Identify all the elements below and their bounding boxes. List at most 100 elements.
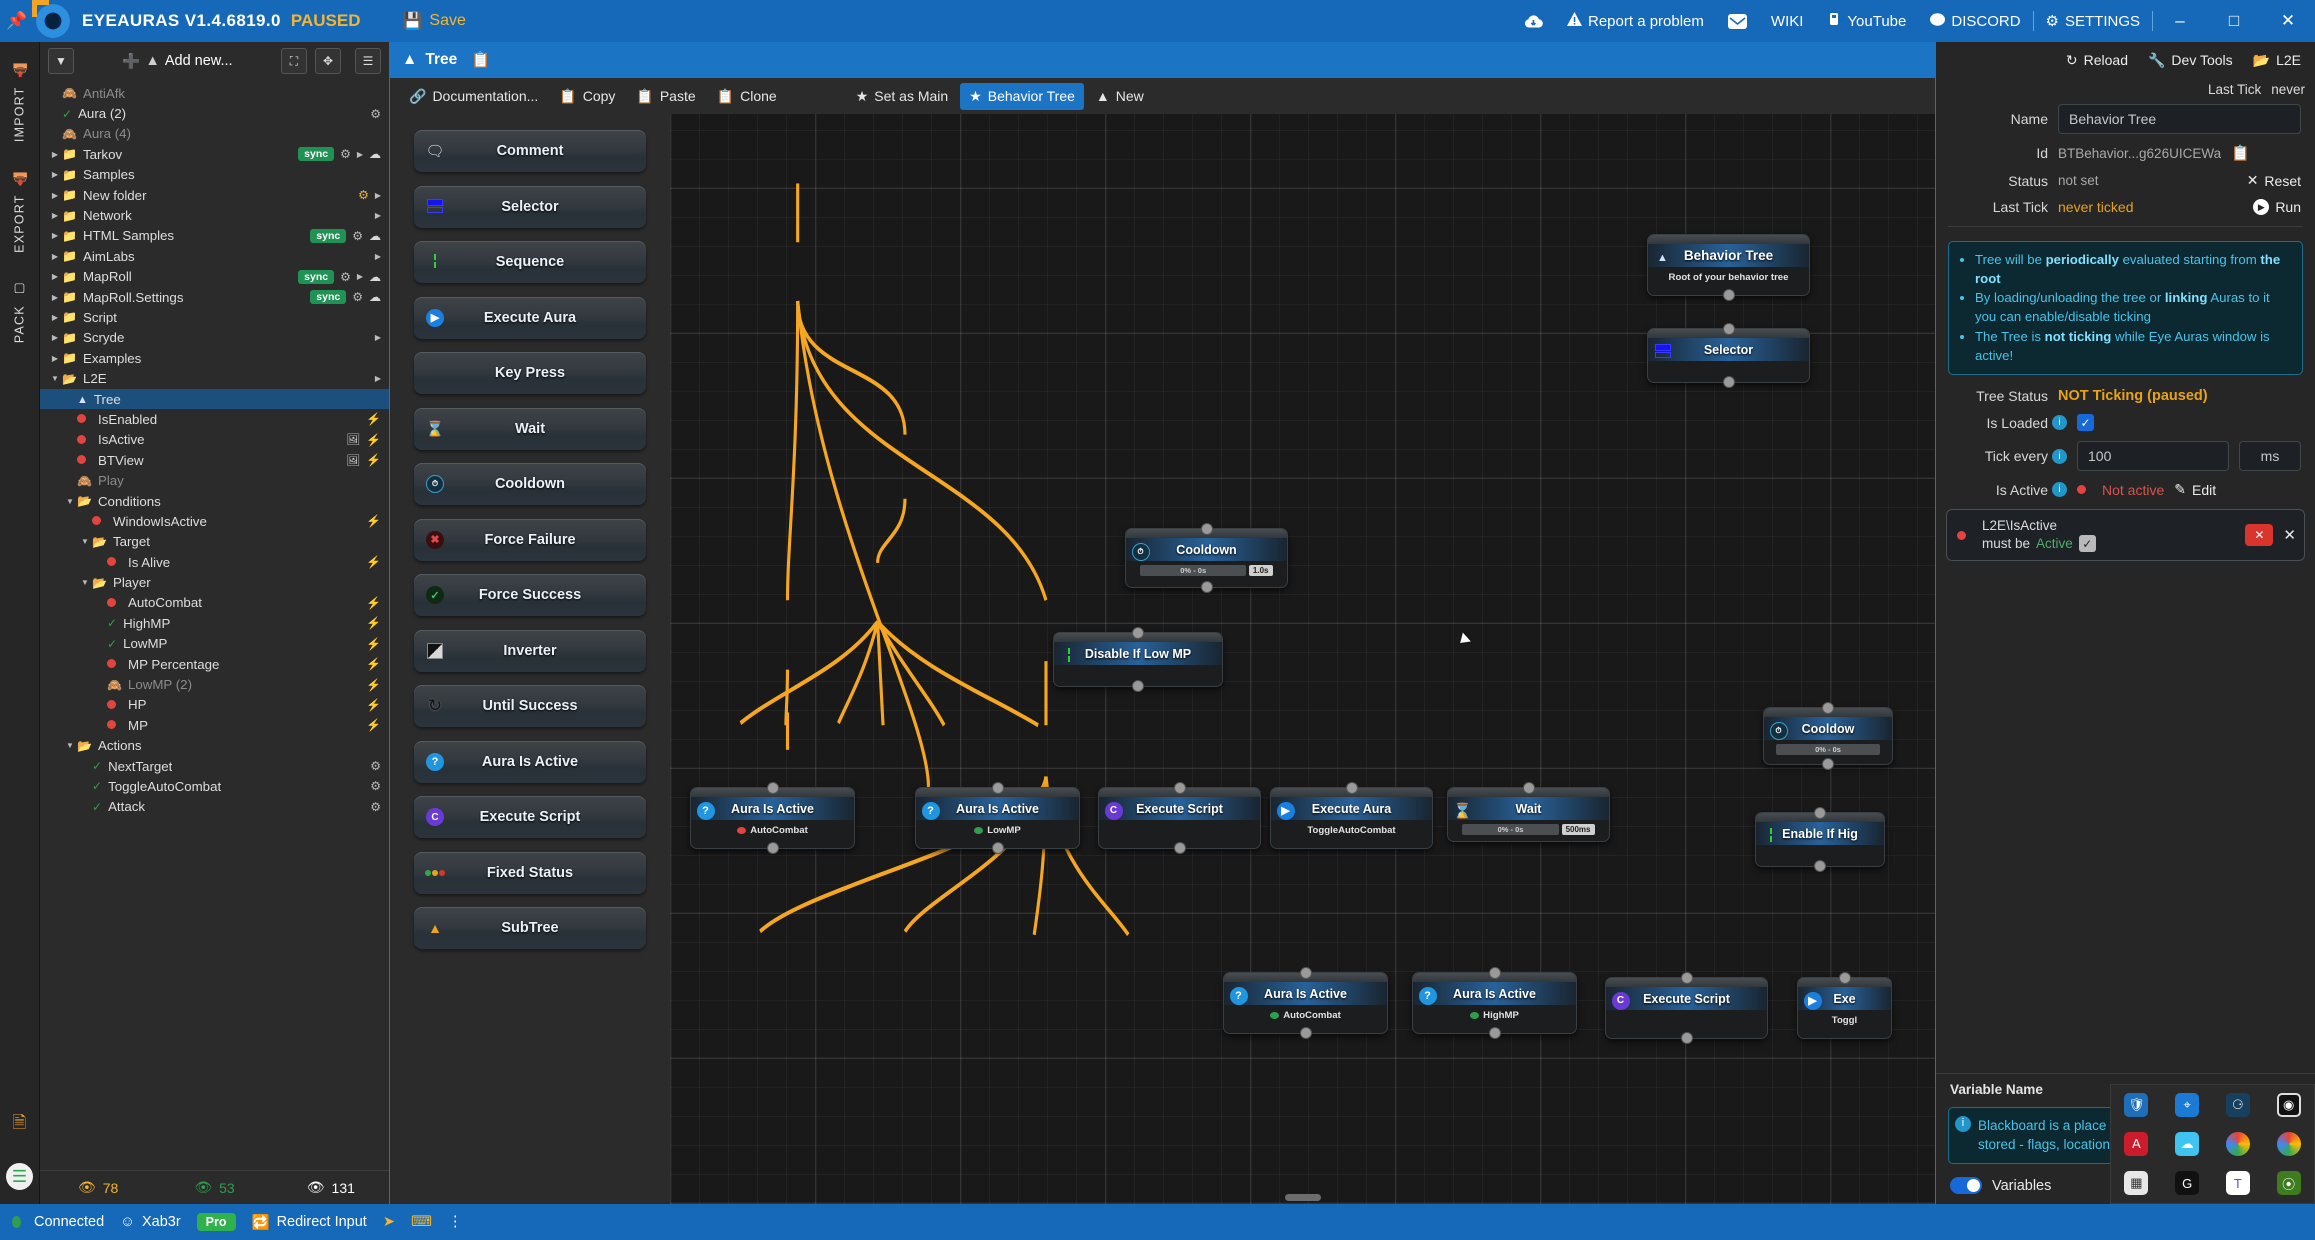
tree-item-windowisactive[interactable]: WindowIsActive⚡	[40, 511, 389, 531]
rail-export[interactable]: EXPORT 📤	[12, 170, 27, 253]
name-input[interactable]: Behavior Tree	[2058, 104, 2301, 134]
tree-item-autocombat[interactable]: AutoCombat⚡	[40, 593, 389, 613]
bt-node-sel[interactable]: Selector	[1647, 328, 1810, 383]
onedrive-icon[interactable]: ☁	[2175, 1132, 2199, 1156]
twisty-icon[interactable]: ▶	[48, 170, 62, 179]
bolt-icon[interactable]: ⚡	[366, 412, 381, 426]
twisty-icon[interactable]: ▶	[48, 272, 62, 281]
tree-item-mp[interactable]: MP⚡	[40, 715, 389, 735]
is-loaded-checkbox[interactable]: ✓	[2077, 414, 2094, 431]
report-a-problem-button[interactable]: Report a problem	[1555, 0, 1716, 42]
toolbar-documentation[interactable]: 🔗Documentation...	[400, 83, 547, 110]
node-output-pin[interactable]	[1723, 376, 1735, 388]
tree-item-play[interactable]: 🙈Play	[40, 470, 389, 490]
sync-badge[interactable]: sync	[310, 229, 346, 243]
discord-button[interactable]: DISCORD	[1918, 0, 2032, 42]
bt-node-dis[interactable]: Disable If Low MP	[1053, 632, 1223, 687]
bt-node-n2[interactable]: ?Aura Is ActiveLowMP	[915, 787, 1080, 849]
twisty-icon[interactable]: ▶	[48, 293, 62, 302]
node-output-pin[interactable]	[1201, 581, 1213, 593]
node-input-pin[interactable]	[1201, 523, 1213, 535]
bolt-icon[interactable]: ⚡	[366, 637, 381, 651]
node-output-pin[interactable]	[767, 842, 779, 854]
node-input-pin[interactable]	[1300, 967, 1312, 979]
palette-inverter[interactable]: Inverter	[414, 630, 646, 672]
bt-node-cd2[interactable]: ⏱Cooldow0% - 0s	[1763, 707, 1893, 765]
toolbar-behavior-tree[interactable]: ★Behavior Tree	[960, 83, 1084, 110]
condition-close-button[interactable]: ✕	[2283, 526, 2296, 544]
node-output-pin[interactable]	[1132, 680, 1144, 692]
twisty-icon[interactable]: ▶	[48, 252, 62, 261]
toolbar-clone[interactable]: 📋Clone	[708, 83, 786, 110]
twisty-icon[interactable]: ▶	[48, 333, 62, 342]
palette-wait[interactable]: ⌛Wait	[414, 408, 646, 450]
tree-item-html-samples[interactable]: ▶📁HTML Samplessync⚙☁	[40, 226, 389, 246]
tree-item-l2e[interactable]: ▼📂L2E▶	[40, 368, 389, 388]
condition-checkbox[interactable]: ✓	[2079, 535, 2096, 552]
close-button[interactable]: ✕	[2261, 0, 2315, 42]
tree-item-tree[interactable]: ▲Tree	[40, 389, 389, 409]
node-input-pin[interactable]	[1489, 967, 1501, 979]
tree-item-script[interactable]: ▶📁Script	[40, 307, 389, 327]
node-input-pin[interactable]	[1814, 807, 1826, 819]
tree-item-isactive[interactable]: IsActive🖼⚡	[40, 430, 389, 450]
pin-icon[interactable]: 📌	[0, 11, 34, 31]
cloud-icon[interactable]: ☁	[369, 290, 381, 304]
wiki-button[interactable]: WIKI	[1759, 0, 1816, 42]
tree-item-maproll[interactable]: ▶📁MapRollsync⚙▶☁	[40, 267, 389, 287]
bolt-icon[interactable]: ⚡	[366, 616, 381, 630]
twisty-icon[interactable]: ▶	[48, 211, 62, 220]
tree-item-examples[interactable]: ▶📁Examples	[40, 348, 389, 368]
twisty-icon[interactable]: ▶	[48, 313, 62, 322]
folder-l2e-button[interactable]: 📂 L2E	[2253, 52, 2301, 69]
twisty-icon[interactable]: ▼	[63, 497, 77, 506]
horizontal-scrollbar[interactable]	[1285, 1194, 1321, 1201]
bolt-icon[interactable]: ⚡	[366, 678, 381, 692]
node-input-pin[interactable]	[992, 782, 1004, 794]
tree-item-hp[interactable]: HP⚡	[40, 695, 389, 715]
rail-import[interactable]: IMPORT 📥	[12, 62, 27, 142]
tree-item-isenabled[interactable]: IsEnabled⚡	[40, 409, 389, 429]
node-input-pin[interactable]	[1523, 782, 1535, 794]
gear-icon[interactable]: ⚙	[340, 270, 351, 284]
behavior-tree-canvas[interactable]: ▲Behavior TreeRoot of your behavior tree…	[670, 114, 1935, 1204]
palette-force-failure[interactable]: ✖Force Failure	[414, 519, 646, 561]
tree-item-lowmp[interactable]: ✓LowMP⚡	[40, 634, 389, 654]
nvidia-icon[interactable]: ⦿	[2277, 1171, 2301, 1195]
user-info[interactable]: ☺ Xab3r	[120, 1214, 181, 1230]
steam-icon[interactable]: ⚆	[2226, 1093, 2250, 1117]
document-icon[interactable]: 🗎	[13, 1110, 27, 1139]
teams-icon[interactable]: T	[2226, 1171, 2250, 1195]
sync-badge[interactable]: sync	[298, 270, 334, 284]
toolbar-paste[interactable]: 📋Paste	[627, 83, 704, 110]
reload-button[interactable]: ↻ Reload	[2066, 52, 2128, 69]
chrome-beta-icon[interactable]	[2277, 1132, 2301, 1156]
collapse-icon[interactable]: ✥	[315, 48, 341, 74]
bolt-icon[interactable]: ⚡	[366, 657, 381, 671]
palette-force-success[interactable]: ✓Force Success	[414, 574, 646, 616]
tree-item-player[interactable]: ▼📂Player	[40, 572, 389, 592]
bolt-icon[interactable]: ⚡	[366, 453, 381, 467]
node-output-pin[interactable]	[1822, 758, 1834, 770]
image-icon[interactable]: 🖼	[346, 433, 360, 446]
tree-item-scryde[interactable]: ▶📁Scryde▶	[40, 328, 389, 348]
toolbar-set-as-main[interactable]: ★Set as Main	[847, 83, 958, 110]
auras-tree-list[interactable]: 🙈AntiAfk✓Aura (2)⚙🙈Aura (4)▶📁Tarkovsync⚙…	[40, 80, 389, 1170]
bolt-icon[interactable]: ⚡	[366, 718, 381, 732]
node-output-pin[interactable]	[1723, 289, 1735, 301]
bt-node-root[interactable]: ▲Behavior TreeRoot of your behavior tree	[1647, 234, 1810, 296]
node-input-pin[interactable]	[1681, 972, 1693, 984]
chevron-right-icon[interactable]: ▶	[375, 211, 381, 220]
tree-item-mp-percentage[interactable]: MP Percentage⚡	[40, 654, 389, 674]
bt-node-b2[interactable]: ?Aura Is ActiveHighMP	[1412, 972, 1577, 1034]
more-icon[interactable]: ⋮	[448, 1214, 463, 1230]
tree-item-aura-4[interactable]: 🙈Aura (4)	[40, 124, 389, 144]
palette-comment[interactable]: 🗨Comment	[414, 130, 646, 172]
chevron-right-icon[interactable]: ▶	[375, 333, 381, 342]
bt-node-cd1[interactable]: ⏱Cooldown0% - 0s1.0s	[1125, 528, 1288, 588]
bt-node-n1[interactable]: ?Aura Is ActiveAutoCombat	[690, 787, 855, 849]
palette-cooldown[interactable]: ⏱Cooldown	[414, 463, 646, 505]
node-input-pin[interactable]	[1132, 627, 1144, 639]
cloud-icon[interactable]: ☁	[369, 270, 381, 284]
bt-node-enh[interactable]: Enable If Hig	[1755, 812, 1885, 867]
